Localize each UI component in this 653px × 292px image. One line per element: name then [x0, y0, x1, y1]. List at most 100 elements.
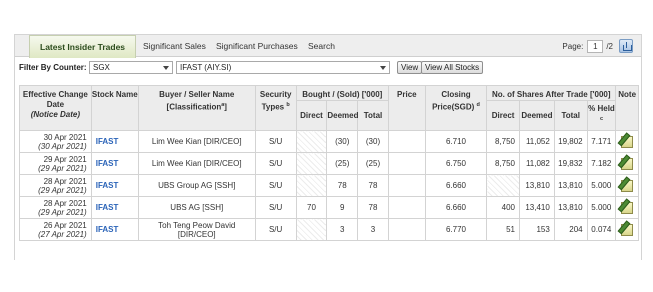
- note-edit-icon[interactable]: [620, 200, 634, 214]
- header-closing-price: Closing Price(SGD) d: [424, 85, 488, 131]
- filter-label: Filter By Counter:: [19, 63, 87, 72]
- header-security-types: Security Types b: [254, 85, 297, 131]
- note-edit-icon[interactable]: [620, 134, 634, 148]
- closing-price: 6.750: [424, 152, 488, 175]
- shares-direct: 400: [486, 196, 520, 219]
- stock-link[interactable]: IFAST: [90, 196, 139, 219]
- header-pct-held-label: % Held: [588, 104, 615, 114]
- security-type: S/U: [254, 196, 297, 219]
- stock-link[interactable]: IFAST: [90, 218, 139, 241]
- shares-total: 19,802: [553, 130, 588, 153]
- view-all-stocks-button[interactable]: View All Stocks: [421, 61, 484, 74]
- tab-significant-sales[interactable]: Significant Sales: [143, 35, 206, 57]
- header-price: Price: [387, 85, 426, 131]
- header-security-label: Security Types: [259, 90, 292, 112]
- notice-date: (29 Apr 2021): [38, 207, 87, 217]
- closing-price: 6.770: [424, 218, 488, 241]
- exchange-select-value: SGX: [93, 63, 110, 72]
- header-shares-direct: Direct: [486, 100, 520, 131]
- tab-latest-insider-trades[interactable]: Latest Insider Trades: [29, 35, 137, 58]
- tab-significant-purchases[interactable]: Significant Purchases: [216, 35, 298, 57]
- row-date: 28 Apr 2021 (29 Apr 2021): [19, 174, 92, 197]
- note-cell: [615, 152, 639, 175]
- shares-deemed: 11,082: [519, 152, 555, 175]
- header-bought-total: Total: [357, 100, 389, 131]
- tab-search[interactable]: Search: [308, 35, 335, 57]
- footnote-c[interactable]: c: [600, 116, 603, 122]
- row-date: 29 Apr 2021 (29 Apr 2021): [19, 152, 92, 175]
- effective-date: 28 Apr 2021: [43, 176, 87, 186]
- shares-total: 13,810: [553, 196, 588, 219]
- view-button[interactable]: View: [397, 61, 423, 74]
- notice-date: (29 Apr 2021): [38, 185, 87, 195]
- note-cell: [615, 196, 639, 219]
- effective-date: 30 Apr 2021: [43, 132, 87, 142]
- download-icon[interactable]: [619, 39, 633, 53]
- buyer-seller-name: UBS AG [SSH]: [137, 196, 256, 219]
- bought-total: 78: [357, 196, 389, 219]
- bought-deemed: 9: [326, 196, 359, 219]
- bought-total: (30): [357, 130, 389, 153]
- pct-held: 0.074: [586, 218, 617, 241]
- note-edit-icon[interactable]: [620, 222, 634, 236]
- shares-deemed: 13,810: [519, 174, 555, 197]
- tab-bar: Latest Insider Trades Significant Sales …: [15, 35, 641, 58]
- header-date-label: Effective Change Date: [22, 90, 88, 109]
- closing-price: 6.710: [424, 130, 488, 153]
- footnote-d[interactable]: d: [477, 102, 480, 108]
- header-buyer-label: Buyer / Seller Name: [159, 90, 235, 99]
- bought-deemed: 3: [326, 218, 359, 241]
- stock-link[interactable]: IFAST: [90, 174, 139, 197]
- header-stock: Stock Name: [90, 85, 139, 131]
- price: [387, 218, 426, 241]
- page-number-input[interactable]: 1: [587, 39, 604, 53]
- shares-direct: 8,750: [486, 130, 520, 153]
- effective-date: 28 Apr 2021: [43, 198, 87, 208]
- security-type: S/U: [254, 130, 297, 153]
- note-cell: [615, 130, 639, 153]
- shares-deemed: 153: [519, 218, 555, 241]
- effective-date: 29 Apr 2021: [43, 154, 87, 164]
- shares-deemed: 11,052: [519, 130, 555, 153]
- shares-direct: 51: [486, 218, 520, 241]
- table-row: 30 Apr 2021 (30 Apr 2021) IFAST Lim Wee K…: [19, 130, 639, 153]
- header-bought-deemed: Deemed: [326, 100, 359, 131]
- bought-total: 78: [357, 174, 389, 197]
- header-shares-after-trade: No. of Shares After Trade ['000]: [486, 85, 617, 101]
- shares-total: 13,810: [553, 174, 588, 197]
- effective-date: 26 Apr 2021: [43, 220, 87, 230]
- price: [387, 196, 426, 219]
- buyer-seller-name: Toh Teng Peow David [DIR/CEO]: [137, 218, 256, 241]
- stock-link[interactable]: IFAST: [90, 130, 139, 153]
- header-date: Effective Change Date (Notice Date): [19, 85, 92, 131]
- chevron-down-icon: [380, 66, 386, 70]
- price: [387, 174, 426, 197]
- pager: Page: 1 /2: [562, 39, 633, 53]
- pct-held: 5.000: [586, 196, 617, 219]
- note-edit-icon[interactable]: [620, 156, 634, 170]
- footnote-b[interactable]: b: [286, 102, 289, 108]
- notice-date: (29 Apr 2021): [38, 163, 87, 173]
- pct-held: 5.000: [586, 174, 617, 197]
- note-cell: [615, 174, 639, 197]
- pct-held: 7.182: [586, 152, 617, 175]
- header-shares-total: Total: [553, 100, 588, 131]
- stock-link[interactable]: IFAST: [90, 152, 139, 175]
- note-edit-icon[interactable]: [620, 178, 634, 192]
- security-type: S/U: [254, 152, 297, 175]
- table-row: 28 Apr 2021 (29 Apr 2021) IFAST UBS Group…: [19, 174, 639, 197]
- exchange-select[interactable]: SGX: [89, 61, 173, 74]
- header-classification: [Classification: [166, 102, 222, 112]
- header-buyer-seller: Buyer / Seller Name [Classificationa]: [137, 85, 256, 131]
- bought-deemed: (30): [326, 130, 359, 153]
- security-type: S/U: [254, 218, 297, 241]
- shares-total: 19,832: [553, 152, 588, 175]
- security-type: S/U: [254, 174, 297, 197]
- stock-select[interactable]: IFAST (AIY.SI): [176, 61, 390, 74]
- bought-direct: 70: [295, 196, 328, 219]
- row-date: 28 Apr 2021 (29 Apr 2021): [19, 196, 92, 219]
- table-row: 26 Apr 2021 (27 Apr 2021) IFAST Toh Teng …: [19, 218, 639, 241]
- buyer-seller-name: Lim Wee Kian [DIR/CEO]: [137, 130, 256, 153]
- bought-deemed: 78: [326, 174, 359, 197]
- header-closing-label: Closing Price(SGD): [432, 90, 475, 112]
